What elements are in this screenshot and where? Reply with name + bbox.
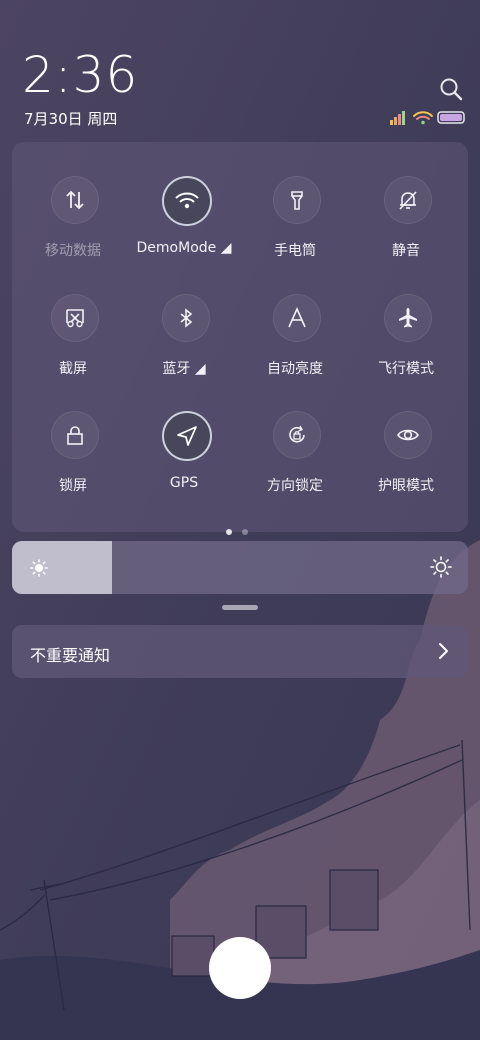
tile-eye-protection-toggle[interactable] bbox=[384, 411, 432, 459]
tile-rotation-lock-label: 方向锁定 bbox=[267, 478, 323, 494]
search-button[interactable] bbox=[438, 76, 466, 104]
tile-eye-protection[interactable]: 护眼模式 bbox=[350, 411, 462, 511]
home-button[interactable] bbox=[209, 937, 271, 999]
tile-flashlight[interactable]: 手电筒 bbox=[239, 176, 351, 276]
auto-brightness-icon bbox=[288, 307, 306, 328]
tile-rotation-lock[interactable]: 方向锁定 bbox=[239, 411, 351, 511]
tile-mute-label: 静音 bbox=[392, 243, 420, 259]
tile-wifi-toggle[interactable] bbox=[162, 176, 212, 226]
wifi-icon bbox=[175, 192, 199, 209]
tile-eye-protection-label: 护眼模式 bbox=[378, 478, 434, 494]
unimportant-notifications-label: 不重要通知 bbox=[30, 646, 111, 665]
tile-bluetooth-toggle[interactable] bbox=[162, 294, 210, 342]
chevron-right-icon bbox=[439, 643, 448, 659]
tile-rotation-lock-toggle[interactable] bbox=[273, 411, 321, 459]
brightness-fill bbox=[12, 541, 113, 594]
signal-icon bbox=[390, 111, 405, 125]
tile-airplane-mode-label: 飞行模式 bbox=[378, 361, 434, 377]
tile-wifi[interactable]: DemoMode ◢ bbox=[128, 176, 240, 276]
tile-gps-toggle[interactable] bbox=[162, 411, 212, 461]
eye-icon bbox=[397, 429, 419, 441]
airplane-icon bbox=[399, 308, 417, 328]
tile-bluetooth[interactable]: 蓝牙 ◢ bbox=[128, 294, 240, 394]
gps-icon bbox=[177, 426, 197, 446]
page-dot-active[interactable] bbox=[226, 529, 232, 535]
tile-gps[interactable]: GPS bbox=[128, 411, 240, 511]
tile-airplane-mode-toggle[interactable] bbox=[384, 294, 432, 342]
lock-icon bbox=[67, 426, 83, 445]
tile-wifi-label: DemoMode ◢ bbox=[136, 240, 232, 256]
bluetooth-icon bbox=[180, 308, 193, 328]
tile-auto-brightness-toggle[interactable] bbox=[273, 294, 321, 342]
tile-mute-toggle[interactable] bbox=[384, 176, 432, 224]
tile-airplane-mode[interactable]: 飞行模式 bbox=[350, 294, 462, 394]
brightness-low-icon bbox=[30, 559, 48, 577]
wifi-icon bbox=[413, 111, 433, 125]
tile-lock-screen-toggle[interactable] bbox=[51, 411, 99, 459]
battery-icon bbox=[437, 111, 465, 124]
tile-flashlight-label: 手电筒 bbox=[274, 243, 316, 259]
unimportant-notifications-card[interactable]: 不重要通知 bbox=[12, 625, 468, 678]
tile-bluetooth-label: 蓝牙 ◢ bbox=[162, 361, 206, 377]
brightness-slider[interactable] bbox=[12, 541, 468, 594]
tile-mobile-data[interactable]: 移动数据 bbox=[17, 176, 129, 276]
mute-bell-icon bbox=[399, 191, 417, 210]
tile-lock-screen-label: 锁屏 bbox=[59, 478, 87, 494]
clock-time: 2:36 bbox=[22, 46, 139, 104]
page-dot[interactable] bbox=[242, 529, 248, 535]
tile-gps-label: GPS bbox=[169, 475, 199, 491]
tile-screenshot-toggle[interactable] bbox=[51, 294, 99, 342]
page-indicator bbox=[226, 520, 258, 539]
clock-date: 7月30日 周四 bbox=[24, 110, 118, 128]
flashlight-icon bbox=[291, 191, 303, 210]
tile-mobile-data-label: 移动数据 bbox=[45, 243, 101, 259]
tile-screenshot-label: 截屏 bbox=[59, 361, 87, 377]
tile-auto-brightness[interactable]: 自动亮度 bbox=[239, 294, 351, 394]
brightness-high-icon bbox=[430, 556, 452, 578]
tile-flashlight-toggle[interactable] bbox=[273, 176, 321, 224]
tile-mute[interactable]: 静音 bbox=[350, 176, 462, 276]
tile-mobile-data-toggle[interactable] bbox=[51, 176, 99, 224]
rotation-lock-icon bbox=[289, 425, 305, 443]
tile-auto-brightness-label: 自动亮度 bbox=[267, 361, 323, 377]
status-icons bbox=[390, 108, 466, 126]
mobile-data-icon bbox=[66, 190, 84, 210]
tile-lock-screen[interactable]: 锁屏 bbox=[17, 411, 129, 511]
search-icon bbox=[440, 78, 463, 101]
tile-screenshot[interactable]: 截屏 bbox=[17, 294, 129, 394]
screenshot-icon bbox=[66, 309, 84, 328]
panel-drag-handle[interactable] bbox=[222, 605, 258, 610]
